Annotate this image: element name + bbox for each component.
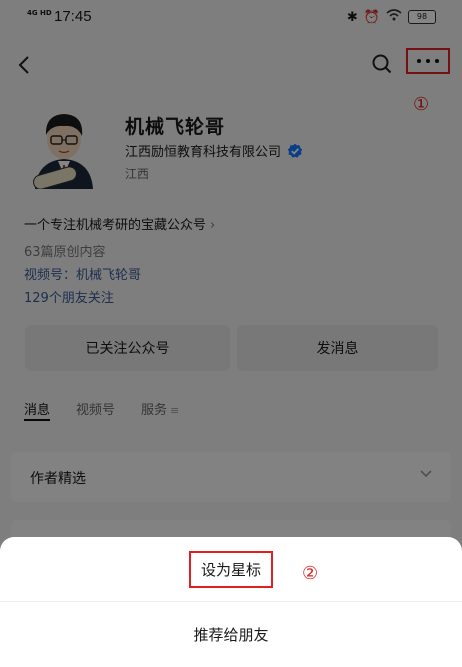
action-sheet: 设为星标 推荐给朋友 (0, 537, 462, 667)
recommend-item[interactable]: 推荐给朋友 (0, 601, 462, 666)
set-star-item[interactable]: 设为星标 (0, 537, 462, 601)
annotation-two: ② (302, 563, 319, 584)
set-star-label: 设为星标 (188, 550, 273, 588)
recommend-label: 推荐给朋友 (193, 625, 269, 644)
